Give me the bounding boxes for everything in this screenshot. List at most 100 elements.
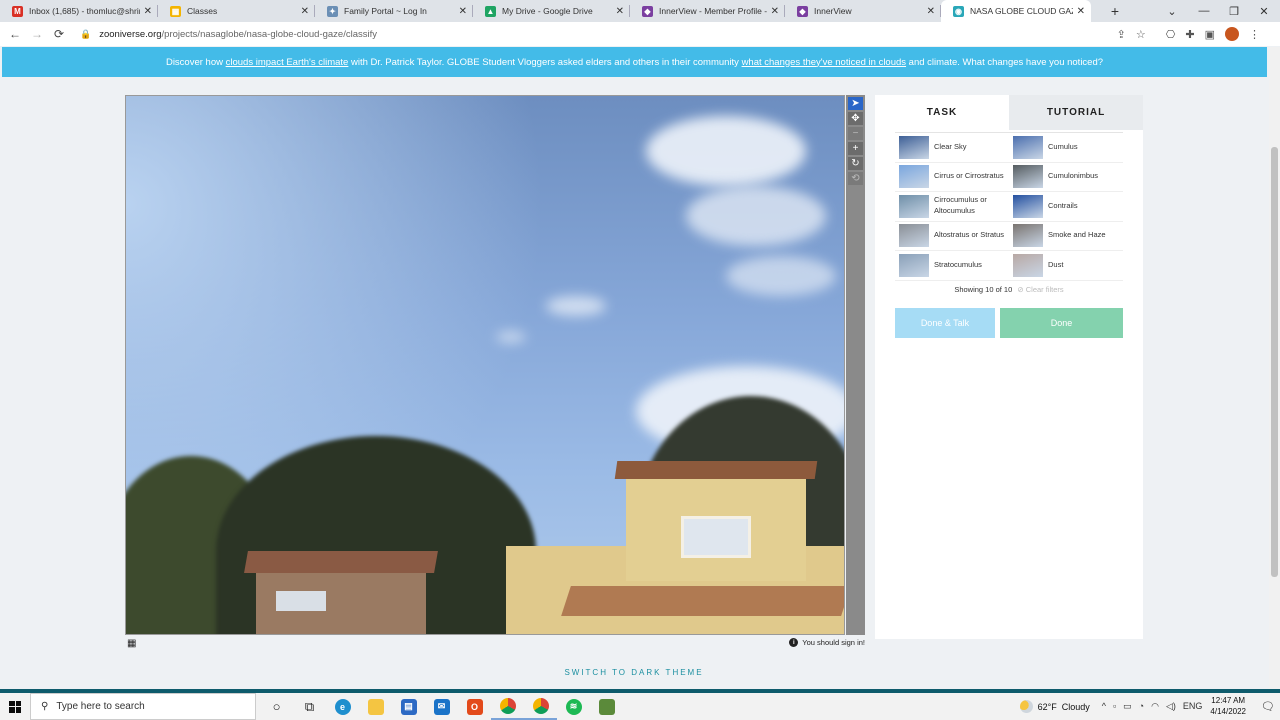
language-indicator[interactable]: ENG: [1183, 701, 1203, 712]
side-panel-icon[interactable]: ▣: [1205, 28, 1215, 41]
volume-icon[interactable]: ◁): [1166, 701, 1176, 712]
bookmark-star-icon[interactable]: ☆: [1136, 28, 1146, 41]
minecraft-icon[interactable]: [590, 693, 623, 720]
wifi-icon[interactable]: ◠: [1151, 701, 1159, 712]
cloud-choice[interactable]: Cumulonimbus: [1009, 163, 1123, 192]
search-icon: ⚲: [41, 701, 49, 712]
choice-label: Cirrus or Cirrostratus: [934, 171, 1004, 181]
rotate-icon[interactable]: ↻: [848, 157, 863, 170]
taskbar-search[interactable]: ⚲ Type here to search: [30, 693, 256, 720]
sign-in-text: You should sign in!: [802, 638, 865, 647]
choice-row: Stratocumulus Dust: [895, 251, 1123, 281]
clear-filters-label: Clear filters: [1025, 285, 1064, 294]
file-explorer-icon[interactable]: [359, 693, 392, 720]
restore-icon[interactable]: ❐: [1218, 0, 1250, 22]
cloud-choice[interactable]: Stratocumulus: [895, 251, 1009, 280]
cloud-choice[interactable]: Cirrus or Cirrostratus: [895, 163, 1009, 192]
notification-icon[interactable]: 🗨: [1256, 700, 1280, 713]
choice-label: Stratocumulus: [934, 259, 982, 269]
store-icon[interactable]: ▤: [392, 693, 425, 720]
edge-icon[interactable]: e: [326, 693, 359, 720]
browser-tab[interactable]: ◉ NASA GLOBE CLOUD GAZE « Cl ✕: [941, 0, 1091, 22]
tab-title: InnerView: [814, 6, 852, 16]
close-tab-icon[interactable]: ✕: [927, 6, 935, 17]
subject-toolbar: ➤ ✥ − + ↻ ⟲: [846, 95, 865, 635]
cloud-choice[interactable]: Cirrocumulus or Altocumulus: [895, 192, 1009, 221]
profile-avatar[interactable]: [1225, 27, 1239, 41]
subject-image[interactable]: [125, 95, 845, 635]
task-view-icon[interactable]: ⧉: [293, 693, 326, 720]
sign-in-notice[interactable]: i You should sign in!: [789, 638, 865, 647]
tab-search-icon[interactable]: ⌄: [1156, 0, 1188, 22]
puzzle-icon[interactable]: ✚: [1185, 28, 1194, 41]
cloud-choice[interactable]: Clear Sky: [895, 133, 1009, 162]
menu-icon[interactable]: ⋮: [1249, 28, 1260, 41]
announcement-banner: Discover how clouds impact Earth's clima…: [2, 47, 1267, 77]
tray-chevron-icon[interactable]: ^: [1102, 701, 1106, 712]
tab-title: My Drive - Google Drive: [502, 6, 593, 16]
office-icon[interactable]: O: [458, 693, 491, 720]
clock[interactable]: 12:47 AM 4/14/2022: [1210, 696, 1246, 718]
banner-link-climate[interactable]: clouds impact Earth's climate: [226, 57, 349, 68]
browser-tab[interactable]: M Inbox (1,685) - thomluc@shrine ✕: [0, 0, 158, 22]
mail-icon[interactable]: ✉: [425, 693, 458, 720]
spotify-icon[interactable]: ≋: [557, 693, 590, 720]
chrome-icon[interactable]: [491, 693, 524, 720]
tray-display-icon[interactable]: ▭: [1123, 701, 1132, 712]
browser-tab[interactable]: ▲ My Drive - Google Drive ✕: [473, 0, 630, 22]
cloud-choice[interactable]: Smoke and Haze: [1009, 222, 1123, 251]
cloud-choice[interactable]: Contrails: [1009, 192, 1123, 221]
zoom-in-icon[interactable]: +: [848, 142, 863, 155]
clear-filters-link[interactable]: ⊘ Clear filters: [1017, 285, 1063, 294]
banner-link-changes[interactable]: what changes they've noticed in clouds: [742, 57, 906, 68]
start-button[interactable]: [0, 693, 30, 720]
grid-view-icon[interactable]: ▦: [127, 638, 136, 649]
tab-tutorial[interactable]: TUTORIAL: [1009, 95, 1143, 130]
cloud-choice[interactable]: Dust: [1009, 251, 1123, 280]
move-icon[interactable]: ✥: [848, 112, 863, 125]
tab-task[interactable]: TASK: [875, 95, 1009, 130]
close-tab-icon[interactable]: ✕: [771, 6, 779, 17]
browser-tab[interactable]: ▦ Classes ✕: [158, 0, 315, 22]
cloud-choice[interactable]: Altostratus or Stratus: [895, 222, 1009, 251]
forward-icon[interactable]: →: [26, 27, 48, 41]
tab-title: Inbox (1,685) - thomluc@shrine: [29, 6, 140, 16]
close-tab-icon[interactable]: ✕: [144, 6, 152, 17]
extension-icon[interactable]: ⎔: [1166, 28, 1176, 41]
minimize-icon[interactable]: —: [1188, 0, 1220, 22]
close-window-icon[interactable]: ✕: [1248, 0, 1280, 22]
back-icon[interactable]: ←: [4, 27, 26, 41]
zoom-out-icon[interactable]: −: [848, 127, 863, 140]
browser-tab-strip: M Inbox (1,685) - thomluc@shrine ✕ ▦ Classes…: [0, 0, 1280, 22]
cloud-choice-grid: Clear Sky Cumulus Cirrus or Cirrostratus Cu…: [895, 132, 1123, 281]
reload-icon[interactable]: ⟳: [48, 27, 70, 41]
url-field[interactable]: 🔒 zooniverse.org/projects/nasaglobe/nasa…: [80, 29, 377, 40]
done-button[interactable]: Done: [1000, 308, 1123, 338]
tray-app-icon[interactable]: ▫: [1113, 701, 1116, 712]
close-tab-icon[interactable]: ✕: [301, 6, 309, 17]
tray-network-icon[interactable]: ◔: [1139, 701, 1144, 712]
browser-tab[interactable]: ◆ InnerView ✕: [785, 0, 941, 22]
choice-thumbnail: [1013, 165, 1043, 189]
cortana-icon[interactable]: ○: [260, 693, 293, 720]
weather-widget[interactable]: 62°F Cloudy: [1019, 700, 1090, 713]
close-tab-icon[interactable]: ✕: [459, 6, 467, 17]
banner-text-mid: with Dr. Patrick Taylor. GLOBE Student V…: [348, 56, 742, 68]
choice-row: Cirrus or Cirrostratus Cumulonimbus: [895, 163, 1123, 192]
done-and-talk-button[interactable]: Done & Talk: [895, 308, 995, 338]
choice-thumbnail: [1013, 194, 1043, 218]
share-icon[interactable]: ⇪: [1117, 28, 1126, 41]
new-tab-button[interactable]: +: [1103, 0, 1127, 22]
page-scrollbar[interactable]: [1269, 47, 1280, 692]
cloud-choice[interactable]: Cumulus: [1009, 133, 1123, 162]
close-tab-icon[interactable]: ✕: [1077, 6, 1085, 17]
close-tab-icon[interactable]: ✕: [616, 6, 624, 17]
browser-tab[interactable]: ✦ Family Portal ~ Log In ✕: [315, 0, 473, 22]
pointer-icon[interactable]: ➤: [848, 97, 863, 110]
gmail-icon: M: [12, 5, 23, 17]
reset-icon[interactable]: ⟲: [848, 172, 863, 185]
browser-tab[interactable]: ◆ InnerView - Member Profile - Li ✕: [630, 0, 785, 22]
switch-theme-link[interactable]: SWITCH TO DARK THEME: [0, 668, 1268, 677]
scrollbar-thumb[interactable]: [1271, 147, 1278, 577]
chrome-profile-icon[interactable]: [524, 693, 557, 720]
